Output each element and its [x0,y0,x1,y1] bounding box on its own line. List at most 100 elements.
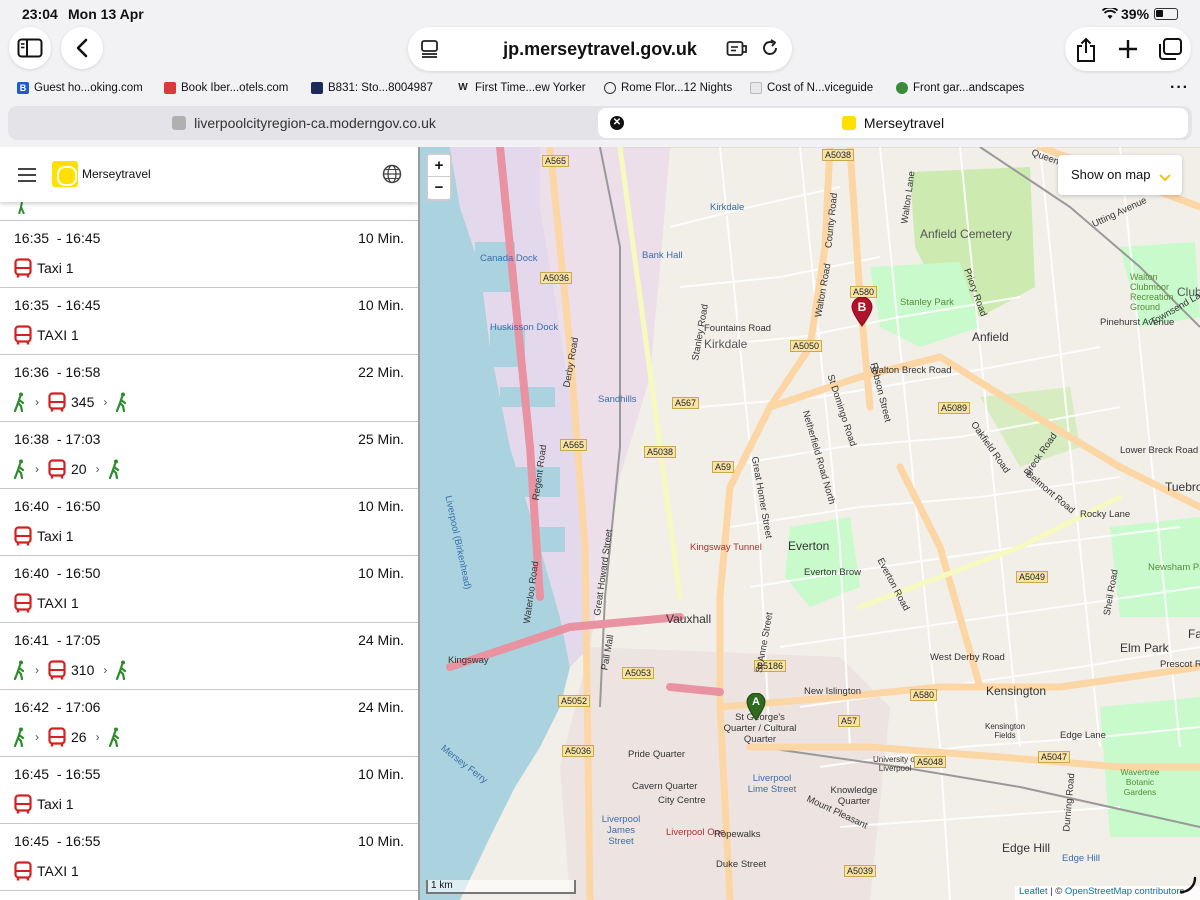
bookmark-label: Front gar...andscapes [913,82,1025,94]
map-label-everton: Everton [788,539,830,553]
status-time: 23:04 [22,6,58,22]
map-label-a5053: A5053 [622,667,655,679]
chevron-right-icon: › [35,663,39,677]
journey-row[interactable]: 16:40 - 16:50 10 Min. Taxi 1 [0,489,418,556]
map-label-a5050: A5050 [790,340,823,352]
leaflet-link[interactable]: Leaflet [1019,886,1048,897]
bus-icon [14,325,32,345]
bookmark-item[interactable]: B Guest ho...oking.com [17,82,143,94]
moderngov-icon [172,116,187,130]
new-tab-icon[interactable] [1116,37,1140,61]
map-view[interactable]: A565 A5038 Kirkdale Bank Hall Canada Doc… [420,147,1200,900]
more-bookmarks-icon[interactable]: ··· [1170,79,1189,97]
journey-row[interactable]: 16:40 - 16:50 10 Min. TAXI 1 [0,556,418,623]
journey-row[interactable]: 16:36 - 16:58 22 Min. › 345 › [0,355,418,422]
bookmark-item[interactable]: Rome Flor...12 Nights [604,82,732,94]
journey-row[interactable]: 16:38 - 17:03 25 Min. › 20 › [0,422,418,489]
map-label-everton-brow: Everton Brow [804,567,862,578]
hamburger-menu-icon[interactable] [18,168,36,182]
bookmark-item[interactable]: W First Time...ew Yorker [456,82,586,94]
show-on-map-dropdown[interactable]: Show on map [1058,155,1182,195]
bookmark-item[interactable]: Cost of N...viceguide [750,82,873,94]
journey-row[interactable]: 16:42 - 17:06 24 Min. › 26 › [0,690,418,757]
journey-duration: 10 Min. [358,833,404,849]
marker-a[interactable]: A [746,692,766,726]
map-label-cavern-quarter: Cavern Quarter [632,781,698,792]
chevron-left-icon [76,38,88,58]
zoom-control: + − [426,153,452,201]
map-label-wavertree-gardens: Wavertree Botanic Gardens [1120,767,1160,797]
bookmark-label: Cost of N...viceguide [767,82,874,94]
map-label-newsham-park: Newsham Park [1148,562,1200,573]
tab-overview-icon[interactable] [1157,37,1182,61]
bookmark-item[interactable]: Front gar...andscapes [896,82,1024,94]
reload-icon[interactable] [760,38,780,63]
journey-row[interactable]: 16:35 - 16:45 10 Min. TAXI 1 [0,288,418,355]
journey-legs: › 310 › [14,659,128,681]
tab-merseytravel[interactable]: ✕ Merseytravel [598,108,1188,138]
walking-person-icon [14,727,26,747]
walking-person-icon [108,727,121,747]
bus-icon [14,794,32,814]
journey-legs: Taxi 1 [14,525,74,547]
bookmark-item[interactable]: Book Iber...otels.com [164,82,288,94]
list-item-partial[interactable] [0,202,418,221]
zoom-out-button[interactable]: − [428,177,450,199]
marker-a-label: A [752,696,760,708]
bus-icon [48,727,66,747]
wifi-icon [1101,6,1119,23]
journey-row[interactable]: 16:45 - 16:55 10 Min. Taxi 1 [0,757,418,824]
bus-icon [48,392,66,412]
resize-handle-icon[interactable] [1178,875,1198,900]
map-label-bank-hall: Bank Hall [642,250,683,261]
journey-row[interactable]: 16:35 - 16:45 10 Min. Taxi 1 [0,221,418,288]
chevron-down-icon [1159,170,1171,185]
journey-duration: 22 Min. [358,364,404,380]
map-label-kirkdale-station: Kirkdale [710,202,745,213]
walking-person-icon [108,459,121,479]
bus-icon [14,861,32,881]
chevron-right-icon: › [103,663,108,677]
map-label-walton-breck-road: Walton Breck Road [870,365,952,376]
journey-duration: 10 Min. [358,565,404,581]
zoom-in-button[interactable]: + [428,155,450,177]
bookmark-label: First Time...ew Yorker [475,82,586,94]
journey-row[interactable]: 16:41 - 17:05 24 Min. › 310 › [0,623,418,690]
journey-legs: Taxi 1 [14,793,74,815]
map-label-anfield: Anfield [972,330,1009,344]
address-bar[interactable]: jp.merseytravel.gov.uk [408,27,792,71]
map-label-a565: A565 [542,155,570,167]
journey-list: 16:35 - 16:45 10 Min. Taxi 1 16:35 - 16:45 1… [0,202,418,891]
journey-row[interactable]: 16:45 - 16:55 10 Min. TAXI 1 [0,824,418,891]
map-label-prescot-road: Prescot Road [1160,659,1200,670]
map-label-kensington-fields: Kensington Fields [984,722,1026,740]
sidebar-icon [17,38,43,58]
journey-times: 16:41 - 17:05 [14,632,101,648]
tab-switch-icon[interactable] [726,39,748,64]
leg-label: Taxi 1 [37,528,74,544]
map-label-kensington: Kensington [986,684,1047,698]
close-tab-icon[interactable]: ✕ [610,116,624,130]
bus-icon [14,526,32,546]
journey-legs: TAXI 1 [14,592,79,614]
map-label-a567: A567 [672,397,700,409]
right-toolbar [1065,27,1191,71]
language-globe-icon[interactable] [382,164,402,189]
share-icon[interactable] [1074,37,1098,62]
bookmark-item[interactable]: B831: Sto...8004987 [311,82,433,94]
merseytravel-logo [52,161,78,187]
tab-moderngov[interactable]: liverpoolcityregion-ca.moderngov.co.uk [12,108,596,138]
map-label-edge-hill-station: Edge Hill [1062,853,1101,864]
globe-icon [604,82,616,94]
map-label-a5038-2: A5038 [644,446,677,458]
sidebar-toggle-button[interactable] [9,27,51,69]
map-label-new-islington: New Islington [804,686,862,697]
marker-b[interactable]: B [851,296,873,332]
journey-duration: 10 Min. [358,766,404,782]
back-button[interactable] [61,27,103,69]
attribution-separator: | © [1047,886,1065,897]
map-label-a57: A57 [838,715,861,727]
journey-times: 16:42 - 17:06 [14,699,101,715]
brand-name: Merseytravel [82,167,151,181]
osm-link[interactable]: OpenStreetMap contributors [1065,886,1184,897]
